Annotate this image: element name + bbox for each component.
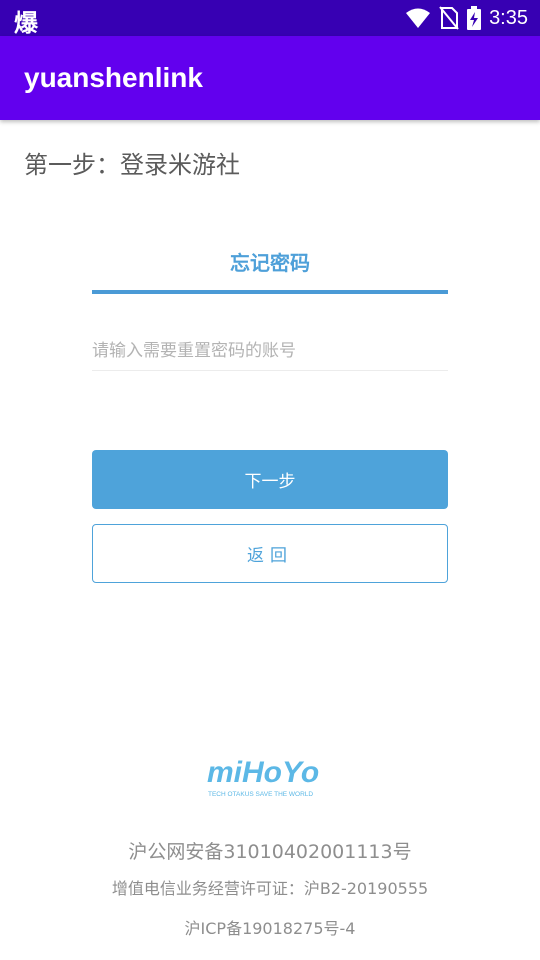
tab-forgot-password[interactable]: 忘记密码: [92, 247, 448, 276]
battery-charging-icon: [467, 6, 482, 30]
mihoyo-logo: miHoYo TECH OTAKUS SAVE THE WORLD: [205, 750, 335, 800]
svg-text:TECH OTAKUS SAVE THE WORLD: TECH OTAKUS SAVE THE WORLD: [208, 791, 313, 798]
notification-icon: 爆: [14, 9, 38, 37]
app-title: yuanshenlink: [24, 62, 203, 93]
tab-underline: [92, 290, 448, 294]
status-bar: 爆 3:35: [0, 0, 540, 37]
footer-police-record: 沪公网安备31010402001113号: [128, 841, 412, 863]
back-button[interactable]: 返回: [92, 524, 448, 583]
mihoyo-logo-graphic: miHoYo TECH OTAKUS SAVE THE WORLD: [207, 756, 319, 798]
svg-text:miHoYo: miHoYo: [207, 756, 319, 789]
footer-icp-record: 沪ICP备19018275号-4: [184, 919, 356, 938]
step-title: 第一步：登录米游社: [24, 151, 240, 179]
footer-telecom-license: 增值电信业务经营许可证：沪B2-20190555: [111, 879, 429, 898]
account-input[interactable]: [92, 332, 448, 371]
wifi-icon: [406, 8, 431, 28]
status-icons: 3:35: [405, 0, 528, 36]
next-step-button[interactable]: 下一步: [92, 450, 448, 509]
status-time: 3:35: [489, 6, 528, 29]
no-sim-icon: [439, 6, 459, 30]
app-bar: yuanshenlink: [0, 36, 540, 120]
